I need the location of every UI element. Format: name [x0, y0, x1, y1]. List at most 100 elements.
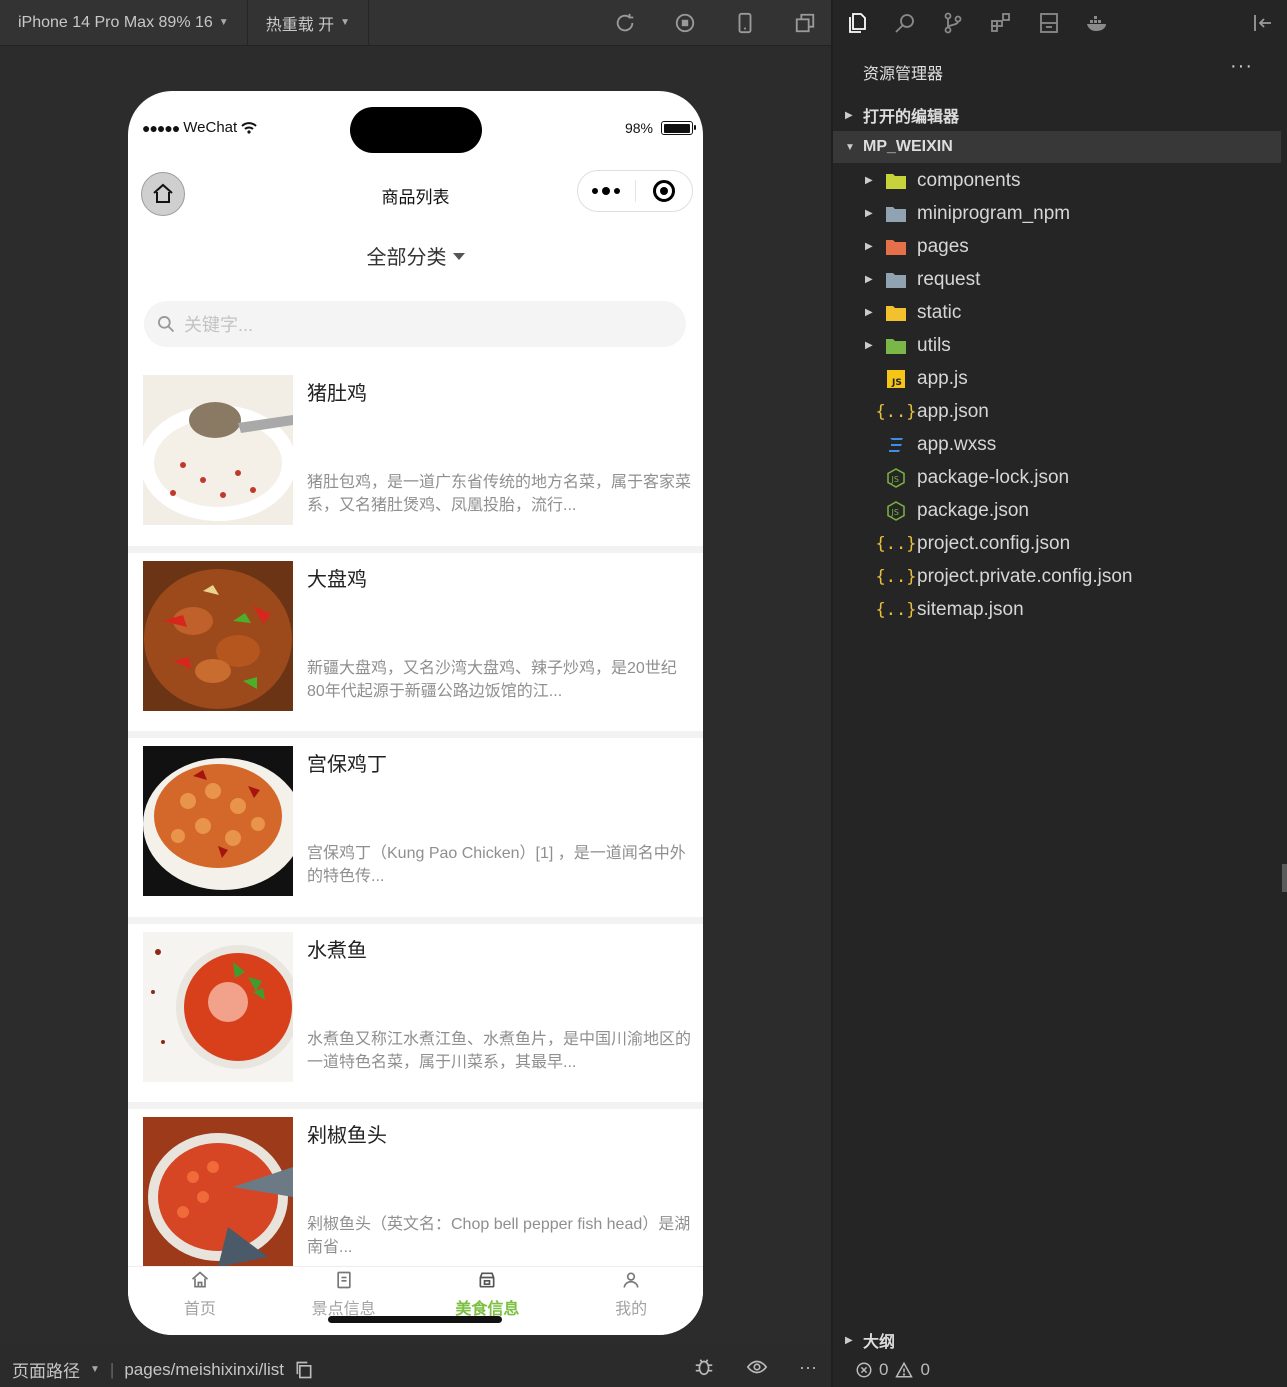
file-name: pages: [917, 235, 969, 257]
error-icon: [856, 1362, 872, 1378]
tree-item[interactable]: JS package.json: [833, 494, 1281, 527]
page-path-label[interactable]: 页面路径: [12, 1357, 80, 1382]
js-file-icon: JS: [885, 369, 907, 389]
store-icon: [476, 1269, 498, 1291]
list-item[interactable]: 宫保鸡丁 宫保鸡丁（Kung Pao Chicken）[1] ，是一道闻名中外的…: [128, 738, 703, 924]
tree-item[interactable]: ▶ static: [833, 296, 1281, 329]
utils-folder-icon: [885, 336, 907, 356]
phone-screen: ●●●●● WeChat 98% 商品列表 全部分类 关键字... 猪肚鸡 猪肚…: [128, 91, 703, 1335]
item-description: 水煮鱼又称江水煮江鱼、水煮鱼片，是中国川渝地区的一道特色名菜，属于川菜系，其最早…: [307, 1030, 692, 1071]
document-icon: [333, 1269, 355, 1291]
refresh-icon[interactable]: [613, 11, 637, 35]
copy-icon[interactable]: [294, 1360, 314, 1380]
project-section[interactable]: ▼ MP_WEIXIN: [833, 131, 1281, 163]
warning-count: 0: [920, 1360, 930, 1379]
item-title: 猪肚鸡: [307, 383, 367, 405]
battery-icon: [661, 121, 696, 135]
device-dropdown[interactable]: iPhone 14 Pro Max 89% 16 ▼: [0, 0, 248, 46]
product-list: 猪肚鸡 猪肚包鸡，是一道广东省传统的地方名菜，属于客家菜系，又名猪肚煲鸡、凤凰投…: [128, 367, 703, 1295]
nav-bar: 商品列表: [128, 166, 703, 220]
section-label: 打开的编辑器: [863, 109, 960, 126]
menu-capsule: [577, 170, 693, 212]
item-description: 剁椒鱼头（英文名：Chop bell pepper fish head）是湖南省…: [307, 1216, 691, 1256]
svg-text:JS: JS: [891, 508, 899, 517]
docker-icon[interactable]: [1073, 0, 1121, 46]
chevron-right-icon: ▶: [865, 274, 873, 285]
file-name: utils: [917, 334, 951, 356]
problems-indicator[interactable]: 0 0: [855, 1360, 930, 1380]
chevron-right-icon: ▶: [865, 340, 873, 351]
tree-item[interactable]: {..} project.config.json: [833, 527, 1281, 560]
tab-profile[interactable]: 我的: [559, 1267, 703, 1335]
collapse-panel-icon[interactable]: [1251, 11, 1275, 40]
tree-item[interactable]: {..} project.private.config.json: [833, 560, 1281, 593]
more-dots-icon: [592, 187, 621, 195]
tree-item[interactable]: ▶ request: [833, 263, 1281, 296]
activity-bar: [833, 0, 1287, 46]
tab-food[interactable]: 美食信息: [416, 1267, 560, 1335]
tab-home[interactable]: 首页: [128, 1267, 272, 1335]
search-bar[interactable]: 关键字...: [144, 301, 686, 347]
dish-image: [143, 560, 293, 711]
folder-icon: [885, 270, 907, 290]
more-actions-icon[interactable]: ···: [1230, 55, 1253, 78]
json-file-icon: {..}: [875, 401, 917, 422]
open-editors-section[interactable]: ▶ 打开的编辑器: [833, 99, 1281, 131]
signal-icon: ●●●●●: [142, 119, 180, 136]
outline-section[interactable]: ▶ 大纲: [833, 1324, 1281, 1356]
source-control-icon[interactable]: [929, 0, 977, 46]
tree-item[interactable]: {..} app.json: [833, 395, 1281, 428]
list-item[interactable]: 猪肚鸡 猪肚包鸡，是一道广东省传统的地方名菜，属于客家菜系，又名猪肚煲鸡、凤凰投…: [128, 367, 703, 553]
category-filter[interactable]: 全部分类: [128, 241, 703, 270]
dish-image: [143, 375, 293, 525]
detach-window-icon[interactable]: [793, 11, 817, 35]
files-icon[interactable]: [833, 0, 881, 46]
file-name: components: [917, 169, 1021, 191]
bug-icon[interactable]: [693, 1356, 715, 1378]
tree-item[interactable]: JS app.js: [833, 362, 1281, 395]
tree-item[interactable]: ▶ utils: [833, 329, 1281, 362]
search-input[interactable]: 关键字...: [184, 311, 253, 337]
status-bar: ●●●●● WeChat 98%: [128, 91, 703, 166]
tree-item[interactable]: {..} sitemap.json: [833, 593, 1281, 626]
scrollbar[interactable]: [1282, 864, 1287, 892]
home-indicator: [328, 1316, 502, 1323]
storage-icon[interactable]: [1025, 0, 1073, 46]
tree-item[interactable]: JS package-lock.json: [833, 461, 1281, 494]
extensions-icon[interactable]: [977, 0, 1025, 46]
phone-icon[interactable]: [733, 11, 757, 35]
chevron-down-icon: ▼: [218, 17, 229, 28]
search-icon[interactable]: [881, 0, 929, 46]
eye-icon[interactable]: [745, 1356, 769, 1378]
json-file-icon: {..}: [875, 566, 917, 587]
tree-item[interactable]: ▶ components: [833, 164, 1281, 197]
close-miniprogram-button[interactable]: [635, 171, 692, 211]
stop-icon[interactable]: [673, 11, 697, 35]
file-name: miniprogram_npm: [917, 202, 1071, 224]
tree-item[interactable]: ▶ miniprogram_npm: [833, 197, 1281, 230]
list-item[interactable]: 大盘鸡 新疆大盘鸡，又名沙湾大盘鸡、辣子炒鸡，是20世纪80年代起源于新疆公路边…: [128, 552, 703, 738]
tree-item[interactable]: ▶ pages: [833, 230, 1281, 263]
hot-reload-dropdown[interactable]: 热重载 开 ▼: [248, 0, 370, 46]
page-path: pages/meishixinxi/list: [124, 1359, 285, 1379]
file-tree: ▶ components ▶ miniprogram_npm ▶ pages ▶ reques…: [833, 164, 1281, 626]
tree-item[interactable]: app.wxss: [833, 428, 1281, 461]
item-title: 宫保鸡丁: [307, 754, 387, 776]
tab-attractions[interactable]: 景点信息: [272, 1267, 416, 1335]
more-options-button[interactable]: [578, 171, 635, 211]
chevron-right-icon: ▶: [865, 307, 873, 318]
folder-icon: [885, 204, 907, 224]
list-item[interactable]: 水煮鱼 水煮鱼又称江水煮江鱼、水煮鱼片，是中国川渝地区的一道特色名菜，属于川菜系…: [128, 923, 703, 1109]
more-icon[interactable]: ···: [799, 1357, 817, 1378]
file-name: project.config.json: [917, 532, 1071, 554]
user-icon: [620, 1269, 642, 1291]
chevron-right-icon: ▶: [845, 1334, 853, 1346]
page-path-bar: 页面路径 ▼ | pages/meishixinxi/list ···: [12, 1356, 817, 1382]
explorer-panel: 资源管理器 ··· ▶ 打开的编辑器 ▼ MP_WEIXIN ▶ componen…: [833, 0, 1287, 1387]
dish-image: [143, 931, 293, 1082]
warning-icon: [895, 1361, 914, 1378]
item-title: 水煮鱼: [307, 939, 367, 962]
item-description: 猪肚包鸡，是一道广东省传统的地方名菜，属于客家菜系，又名猪肚煲鸡、凤凰投胎，流行…: [307, 474, 692, 514]
caret-down-icon: [452, 253, 465, 260]
hot-reload-label: 热重载 开: [265, 16, 335, 34]
